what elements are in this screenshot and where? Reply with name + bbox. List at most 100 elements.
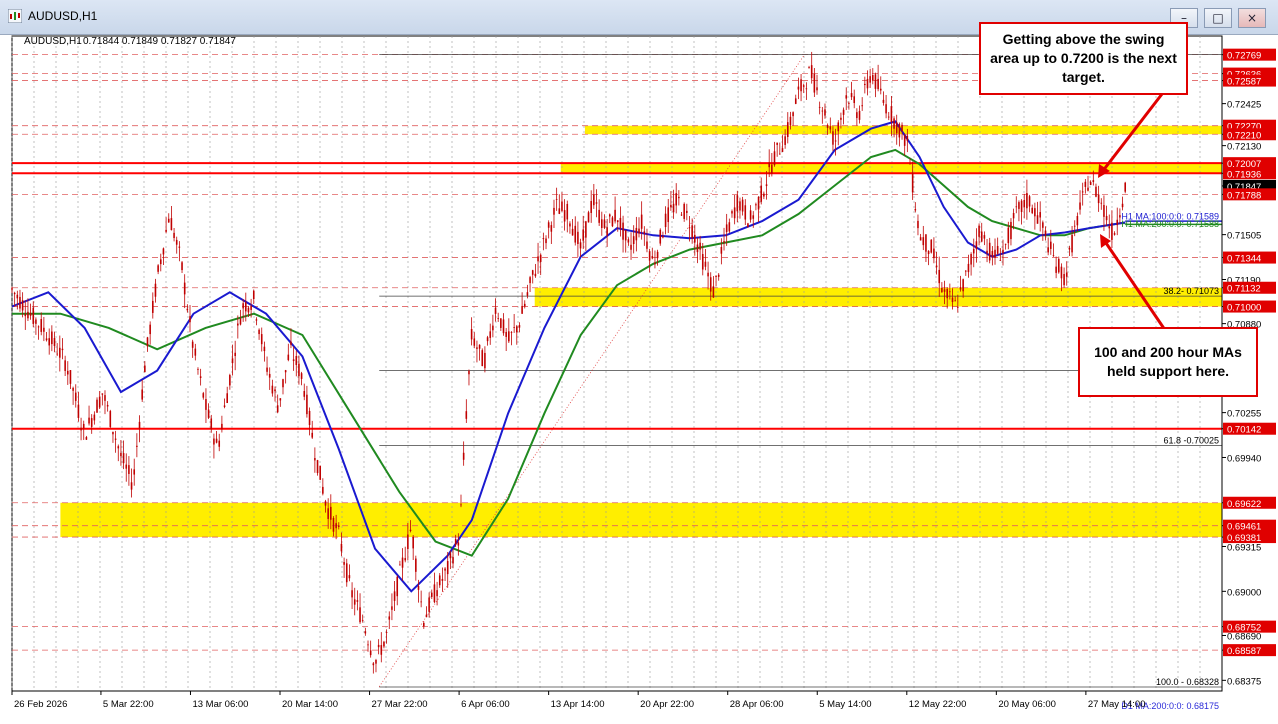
candle-body-35	[104, 395, 106, 401]
candle-body-393	[1055, 266, 1057, 273]
candle-body-119	[327, 508, 329, 519]
candle-body-197	[534, 273, 537, 277]
candle-body-380	[1020, 200, 1023, 212]
candle-body-343	[922, 237, 925, 246]
candle-body-15	[51, 331, 53, 345]
fib-label-1: 38.2- 0.71073	[1163, 286, 1219, 296]
candle-body-161	[438, 575, 441, 586]
candle-body-344	[925, 234, 927, 252]
candle-body-135	[369, 650, 372, 656]
candle-body-125	[343, 562, 345, 565]
candle-body-323	[869, 76, 871, 83]
candle-body-45	[130, 482, 133, 490]
time-label-10: 12 May 22:00	[909, 699, 967, 710]
candle-body-72	[202, 393, 205, 398]
candle-body-356	[957, 307, 959, 308]
candle-body-129	[353, 599, 356, 605]
candle-body-104	[287, 354, 290, 361]
candle-body-341	[917, 220, 919, 229]
candle-body-347	[933, 248, 935, 259]
price-label-18: 0.70142	[1227, 425, 1261, 436]
candle-body-140	[383, 641, 385, 647]
candle-body-410	[1100, 202, 1103, 204]
candle-body-300	[808, 67, 810, 69]
candle-body-182	[494, 307, 497, 314]
candle-body-162	[441, 578, 444, 581]
candle-body-111	[306, 394, 308, 415]
time-label-0: 26 Feb 2026	[14, 699, 67, 710]
candle-body-401	[1076, 216, 1079, 226]
candle-body-265	[715, 275, 717, 278]
close-button[interactable]: ×	[1238, 8, 1266, 28]
candle-body-46	[133, 469, 136, 475]
price-label-15: 0.71000	[1227, 303, 1261, 314]
candle-body-240	[648, 251, 651, 261]
candle-body-230	[622, 222, 624, 240]
candle-body-318	[856, 112, 858, 119]
candle-body-172	[468, 370, 470, 375]
candle-body-30	[90, 418, 93, 427]
price-label-6: 0.72130	[1227, 142, 1261, 153]
candle-body-105	[290, 341, 292, 345]
candle-body-219	[593, 194, 595, 206]
candle-body-239	[646, 241, 648, 249]
candle-body-342	[919, 237, 922, 241]
candle-body-386	[1036, 215, 1039, 224]
candle-body-366	[983, 235, 986, 239]
price-label-21: 0.69461	[1227, 522, 1261, 533]
candle-body-264	[712, 286, 715, 298]
candle-body-217	[587, 212, 590, 223]
candle-body-34	[101, 393, 104, 395]
time-label-2: 13 Mar 06:00	[192, 699, 248, 710]
candle-body-227	[614, 209, 616, 222]
candle-body-37	[109, 411, 112, 428]
candle-body-367	[986, 250, 988, 254]
candle-body-395	[1060, 266, 1063, 279]
candle-body-116	[319, 465, 321, 480]
candle-body-137	[375, 660, 377, 664]
candle-body-73	[205, 399, 207, 410]
candle-body-417	[1119, 215, 1121, 218]
candle-body-12	[43, 327, 45, 332]
candle-body-391	[1050, 241, 1052, 249]
candle-body-266	[717, 274, 720, 277]
candle-body-218	[590, 201, 592, 213]
candle-body-359	[964, 270, 967, 272]
time-label-3: 20 Mar 14:00	[282, 699, 338, 710]
candle-body-307	[826, 125, 829, 128]
candle-body-68	[191, 341, 194, 348]
candle-body-139	[380, 645, 383, 655]
candle-body-92	[255, 319, 258, 321]
candle-body-185	[502, 319, 505, 334]
candle-body-251	[678, 196, 680, 199]
candle-body-24	[74, 392, 77, 401]
candle-body-200	[542, 238, 545, 240]
price-label-28: 0.68375	[1227, 676, 1261, 687]
candle-body-375	[1007, 227, 1010, 244]
candle-body-224	[606, 227, 608, 236]
candle-body-109	[300, 373, 303, 379]
candle-body-358	[962, 279, 964, 292]
candle-body-336	[903, 135, 906, 146]
candle-body-374	[1004, 243, 1007, 245]
candle-body-205	[555, 199, 558, 201]
candle-body-49	[141, 389, 143, 400]
candle-body-4	[21, 300, 24, 311]
annotation-ma-support: 100 and 200 hour MAs held support here.	[1078, 327, 1258, 397]
candle-body-165	[449, 553, 452, 559]
maximize-button[interactable]: □	[1204, 8, 1232, 28]
candle-body-7	[29, 313, 32, 316]
time-label-7: 20 Apr 22:00	[640, 699, 694, 710]
candle-body-5	[24, 313, 27, 317]
candle-body-102	[282, 379, 284, 388]
candle-body-163	[444, 568, 446, 571]
candle-body-291	[784, 136, 786, 145]
candle-body-1	[13, 292, 16, 295]
candle-body-226	[611, 217, 614, 227]
candle-body-142	[388, 616, 391, 620]
candle-body-43	[125, 464, 128, 469]
candle-body-331	[890, 106, 893, 123]
candle-body-50	[144, 365, 146, 373]
candle-body-330	[887, 116, 890, 118]
candle-body-254	[686, 210, 688, 213]
